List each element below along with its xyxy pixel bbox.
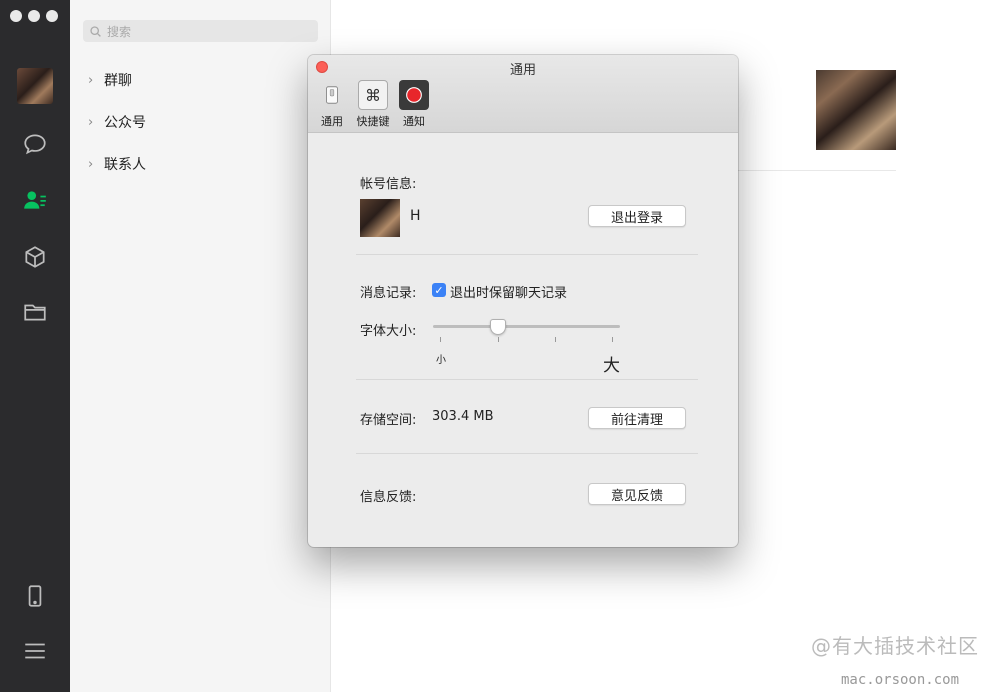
group-label: 群聊 <box>104 73 132 89</box>
left-rail <box>0 0 70 692</box>
keep-history-label: 退出时保留聊天记录 <box>450 286 568 301</box>
tab-shortcuts[interactable]: ⌘ 快捷键 <box>353 80 393 129</box>
profile-divider <box>716 170 896 171</box>
box-icon[interactable] <box>21 243 49 271</box>
slider-tick <box>555 337 556 342</box>
folder-icon[interactable] <box>21 298 49 326</box>
keep-history-checkbox[interactable]: ✓ <box>432 283 446 297</box>
account-name: H <box>410 208 421 224</box>
section-divider <box>356 254 698 255</box>
list-group-row[interactable]: › 公众号 8 <box>88 110 328 134</box>
profile-avatar <box>816 70 896 150</box>
chat-icon[interactable] <box>21 130 49 158</box>
font-size-slider-thumb[interactable] <box>490 319 506 335</box>
watermark-text: @有大插技术社区 <box>811 634 979 658</box>
font-size-label: 字体大小: <box>360 324 417 339</box>
user-avatar[interactable] <box>17 68 53 104</box>
preferences-dialog: 通用 通用 ⌘ 快捷键 通知 帐号信息: H 退出登录 消息记录: ✓ 退出时保… <box>308 55 738 547</box>
contacts-list-pane: 搜索 › 群聊 1 › 公众号 8 › 联系人 16 <box>70 0 331 692</box>
font-small-label: 小 <box>436 355 446 366</box>
dialog-titlebar: 通用 通用 ⌘ 快捷键 通知 <box>308 55 738 133</box>
switch-icon <box>317 80 347 110</box>
search-icon <box>90 25 101 37</box>
tab-label: 通知 <box>403 115 425 128</box>
tab-notifications[interactable]: 通知 <box>394 80 434 129</box>
tab-general[interactable]: 通用 <box>310 77 354 129</box>
slider-tick <box>440 337 441 342</box>
clean-storage-button[interactable]: 前往清理 <box>588 407 686 429</box>
tab-label: 通用 <box>321 115 343 128</box>
section-divider <box>356 379 698 380</box>
logout-button[interactable]: 退出登录 <box>588 205 686 227</box>
search-placeholder: 搜索 <box>107 24 132 39</box>
account-avatar <box>360 199 400 237</box>
minimize-window-dot[interactable] <box>28 10 40 22</box>
section-divider <box>356 453 698 454</box>
chevron-right-icon: › <box>88 114 94 130</box>
record-icon <box>399 80 429 110</box>
group-label: 公众号 <box>104 115 146 131</box>
command-icon: ⌘ <box>358 80 388 110</box>
search-input[interactable]: 搜索 <box>83 20 318 42</box>
list-group-row[interactable]: › 联系人 16 <box>88 152 328 176</box>
watermark-url: mac.orsoon.com <box>841 672 960 688</box>
feedback-label: 信息反馈: <box>360 490 417 505</box>
slider-tick <box>612 337 613 342</box>
tab-label: 快捷键 <box>356 115 390 128</box>
menu-icon[interactable] <box>21 637 49 665</box>
list-group-row[interactable]: › 群聊 1 <box>88 68 328 92</box>
chevron-right-icon: › <box>88 156 94 172</box>
feedback-button[interactable]: 意见反馈 <box>588 483 686 505</box>
font-large-label: 大 <box>603 356 620 376</box>
close-dialog-button[interactable] <box>316 61 328 73</box>
phone-icon[interactable] <box>21 582 49 610</box>
chevron-right-icon: › <box>88 72 94 88</box>
zoom-window-dot[interactable] <box>46 10 58 22</box>
window-controls <box>10 10 58 22</box>
slider-tick <box>498 337 499 342</box>
storage-label: 存储空间: <box>360 413 417 428</box>
history-label: 消息记录: <box>360 286 417 301</box>
contacts-icon[interactable] <box>21 186 49 214</box>
dialog-title: 通用 <box>509 63 536 78</box>
font-size-slider[interactable] <box>433 325 620 328</box>
account-label: 帐号信息: <box>360 177 417 192</box>
storage-value: 303.4 MB <box>432 409 494 424</box>
close-window-dot[interactable] <box>10 10 22 22</box>
group-label: 联系人 <box>104 157 146 173</box>
